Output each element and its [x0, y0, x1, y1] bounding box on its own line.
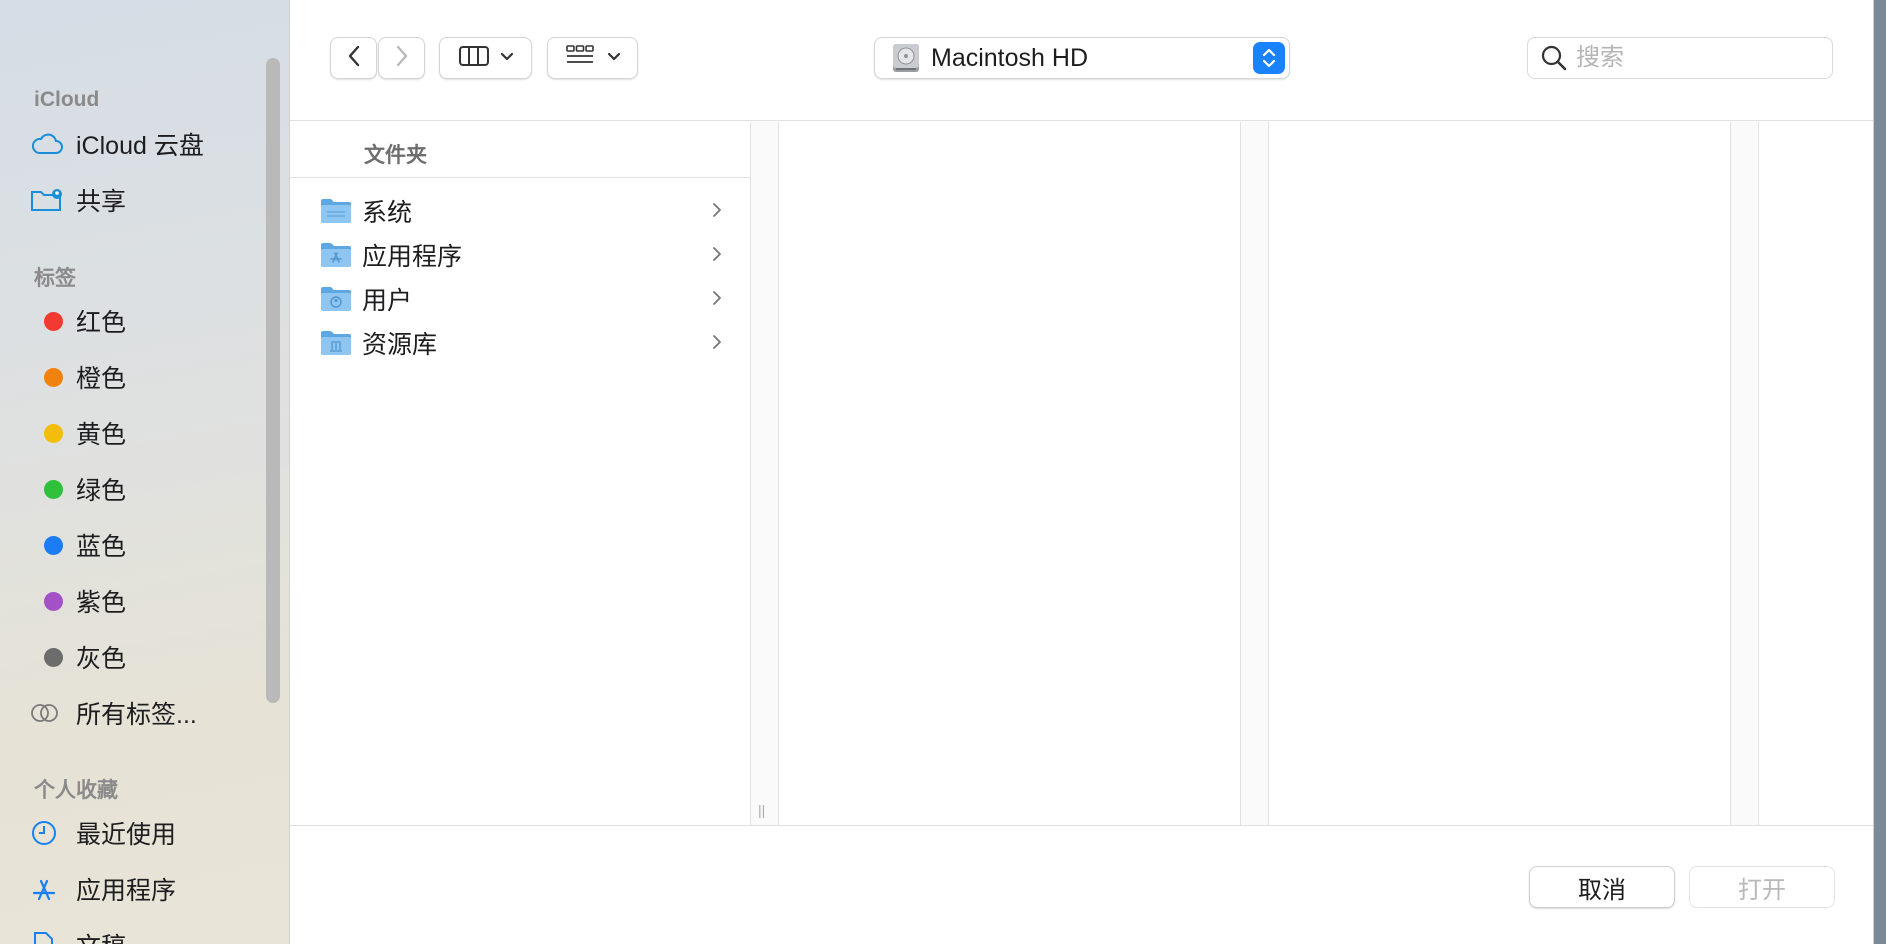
sidebar-tag-purple[interactable]: 紫色 [30, 581, 260, 621]
all-tags-icon [30, 693, 76, 733]
clock-icon [30, 813, 76, 853]
sidebar-item-label: 橙色 [76, 365, 127, 393]
sidebar-item-label: 灰色 [76, 645, 127, 673]
tag-color-dot [44, 479, 63, 499]
folder-name: 系统 [362, 199, 413, 227]
tag-color-dot [44, 591, 63, 611]
cancel-button[interactable]: 取消 [1529, 866, 1675, 908]
sidebar-item-label: 最近使用 [76, 821, 177, 849]
sidebar-item-shared[interactable]: 共享 [30, 180, 260, 220]
column-view-icon [458, 44, 490, 73]
sidebar-tag-yellow[interactable]: 黄色 [30, 413, 260, 453]
tag-color-dot [44, 367, 63, 387]
folder-icon [320, 285, 352, 313]
sidebar-scrollbar[interactable] [266, 58, 280, 703]
chevron-left-icon [347, 44, 361, 73]
location-label: Macintosh HD [931, 43, 1088, 72]
column-resize-gutter[interactable] [1241, 122, 1269, 825]
sidebar-section-tags: 标签 [34, 267, 76, 290]
view-mode-button[interactable] [439, 37, 532, 79]
group-button[interactable] [547, 37, 638, 79]
sidebar-section-favorites: 个人收藏 [34, 779, 118, 802]
chevron-right-icon [395, 44, 409, 73]
tag-color-dot [44, 535, 63, 555]
chevron-right-icon [712, 245, 722, 268]
open-file-dialog: iCloud iCloud 云盘 共享 标签 红色 橙色 黄色 绿色 蓝色 紫色… [0, 0, 1874, 944]
app-store-icon [30, 869, 76, 909]
folder-row-library[interactable]: 资源库 [320, 321, 740, 365]
hard-drive-icon [891, 42, 921, 74]
sidebar-tag-gray[interactable]: 灰色 [30, 637, 260, 677]
sidebar-item-label: 共享 [76, 188, 127, 216]
column-header: 文件夹 [290, 122, 751, 178]
toolbar: Macintosh HD [290, 0, 1873, 121]
column-browser: 文件夹 系统 应用程序 用户 资源库 || [290, 122, 1873, 825]
browser-column: 文件夹 系统 应用程序 用户 资源库 [290, 122, 751, 825]
sidebar-tag-red[interactable]: 红色 [30, 301, 260, 341]
sidebar-item-label: iCloud 云盘 [76, 132, 204, 160]
back-button[interactable] [330, 37, 377, 79]
chevron-down-icon [500, 49, 514, 67]
sidebar-section-icloud: iCloud [34, 88, 100, 111]
search-icon [1540, 44, 1568, 72]
sidebar-item-label: 蓝色 [76, 533, 127, 561]
sidebar-item-label: 黄色 [76, 421, 127, 449]
sidebar-item-icloud-drive[interactable]: iCloud 云盘 [30, 124, 260, 164]
search-field[interactable] [1527, 37, 1833, 79]
column-resize-gutter[interactable] [751, 122, 779, 825]
sidebar-item-label: 绿色 [76, 477, 127, 505]
folder-row-users[interactable]: 用户 [320, 277, 740, 321]
chevron-right-icon [712, 333, 722, 356]
sidebar-item-label: 应用程序 [76, 877, 177, 905]
sidebar: iCloud iCloud 云盘 共享 标签 红色 橙色 黄色 绿色 蓝色 紫色… [0, 0, 290, 944]
sidebar-item-label: 所有标签... [76, 701, 197, 729]
folder-icon [320, 241, 352, 269]
shared-folder-icon [30, 180, 76, 220]
sidebar-item-recents[interactable]: 最近使用 [30, 813, 260, 853]
folder-row-applications[interactable]: 应用程序 [320, 233, 740, 277]
dialog-footer: 取消 打开 [290, 825, 1873, 944]
grid-icon [565, 44, 595, 73]
column-header-label: 文件夹 [364, 144, 427, 167]
column-resize-gutter[interactable] [1731, 122, 1759, 825]
chevron-right-icon [712, 201, 722, 224]
cloud-icon [30, 124, 76, 164]
tag-color-dot [44, 311, 63, 331]
sidebar-item-applications[interactable]: 应用程序 [30, 869, 260, 909]
sidebar-tag-orange[interactable]: 橙色 [30, 357, 260, 397]
search-input[interactable] [1576, 44, 1806, 72]
sidebar-item-documents[interactable]: 文稿 [30, 925, 260, 944]
tag-color-dot [44, 423, 63, 443]
up-down-chevron-icon [1253, 42, 1285, 74]
column-resize-handle[interactable]: || [758, 802, 765, 818]
folder-icon [320, 197, 352, 225]
folder-name: 用户 [362, 287, 413, 315]
sidebar-item-label: 文稿 [76, 927, 126, 944]
location-popup[interactable]: Macintosh HD [874, 37, 1290, 79]
forward-button[interactable] [378, 37, 425, 79]
document-icon [30, 925, 76, 944]
chevron-down-icon [607, 49, 621, 67]
folder-name: 应用程序 [362, 243, 463, 271]
chevron-right-icon [712, 289, 722, 312]
sidebar-tag-green[interactable]: 绿色 [30, 469, 260, 509]
sidebar-item-all-tags[interactable]: 所有标签... [30, 693, 260, 733]
folder-name: 资源库 [362, 331, 438, 359]
sidebar-item-label: 红色 [76, 309, 127, 337]
tag-color-dot [44, 647, 63, 667]
sidebar-item-label: 紫色 [76, 589, 127, 617]
open-button[interactable]: 打开 [1689, 866, 1835, 908]
folder-row-system[interactable]: 系统 [320, 189, 740, 233]
sidebar-tag-blue[interactable]: 蓝色 [30, 525, 260, 565]
folder-icon [320, 329, 352, 357]
